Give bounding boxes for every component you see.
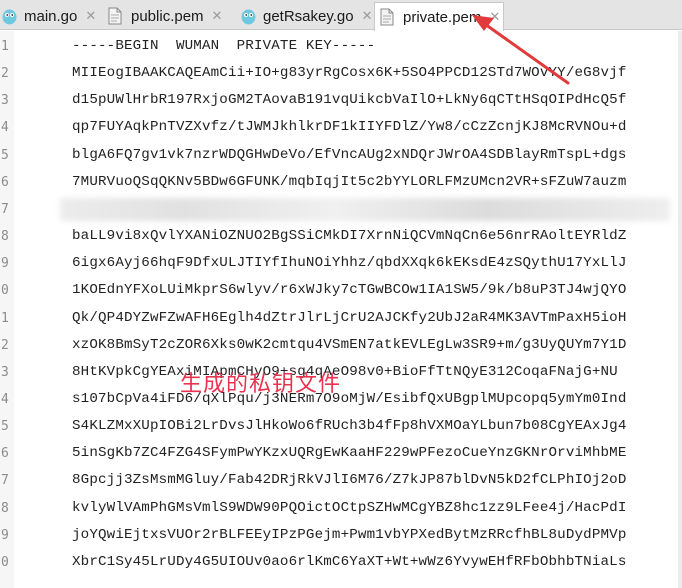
annotation-arrow-icon	[472, 15, 570, 85]
